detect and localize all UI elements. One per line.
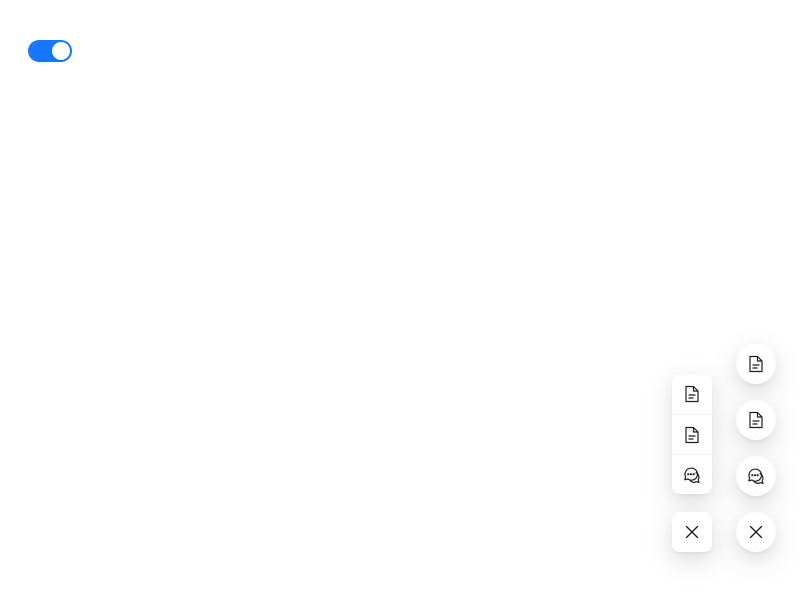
file-text-icon: [683, 385, 701, 403]
float-button-comment[interactable]: [672, 454, 712, 494]
toggle-knob: [52, 42, 70, 60]
page: [0, 0, 800, 600]
float-button-circle-file-1[interactable]: [736, 344, 776, 384]
float-button-close-square[interactable]: [672, 512, 712, 552]
float-button-file-2[interactable]: [672, 414, 712, 454]
comment-icon: [683, 466, 701, 484]
file-text-icon: [683, 426, 701, 444]
float-button-circle-file-2[interactable]: [736, 400, 776, 440]
float-button-circle-close[interactable]: [736, 512, 776, 552]
float-button-group-square: [672, 374, 712, 494]
file-text-icon: [747, 411, 765, 429]
comment-icon: [747, 467, 765, 485]
close-icon: [747, 523, 765, 541]
file-text-icon: [747, 355, 765, 373]
close-icon: [683, 523, 701, 541]
float-button-file-1[interactable]: [672, 374, 712, 414]
float-button-circle-comment[interactable]: [736, 456, 776, 496]
toggle-switch[interactable]: [28, 40, 72, 62]
